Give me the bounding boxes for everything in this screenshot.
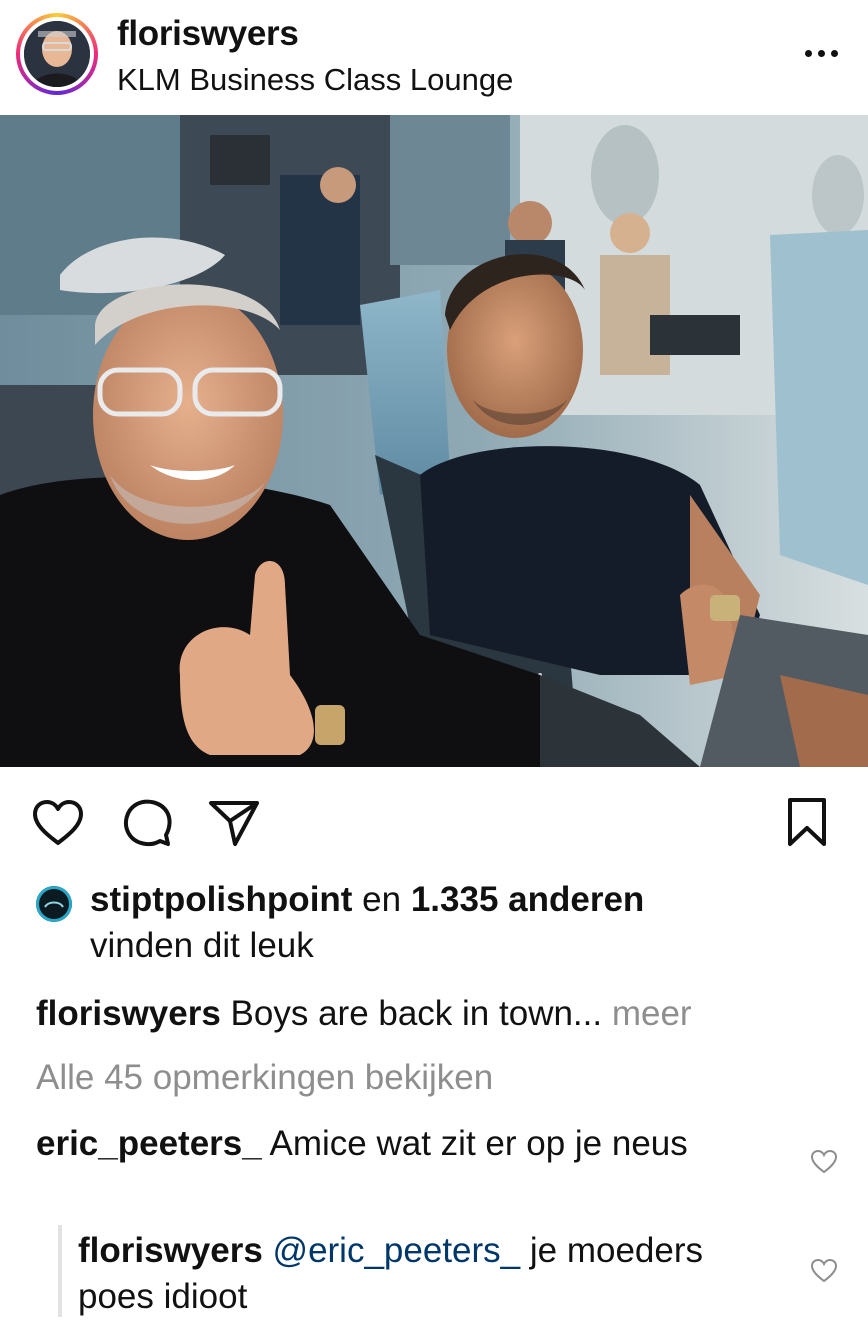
likes-connector: en bbox=[352, 880, 411, 919]
comment-like-heart-icon[interactable] bbox=[810, 1149, 838, 1174]
post-photo[interactable] bbox=[0, 115, 868, 767]
caption-text: Boys are back in town... bbox=[220, 994, 612, 1033]
view-all-comments-link[interactable]: Alle 45 opmerkingen bekijken bbox=[36, 1058, 493, 1098]
more-horizontal-icon[interactable] bbox=[803, 38, 839, 64]
post-caption: floriswyers Boys are back in town... mee… bbox=[36, 994, 692, 1034]
cabin-selfie-image bbox=[0, 115, 868, 767]
action-bar bbox=[0, 767, 868, 877]
comment-item: eric_peeters_ Amice wat zit er op je neu… bbox=[36, 1120, 776, 1167]
reply-thread-line bbox=[58, 1225, 62, 1317]
avatar-photo bbox=[24, 21, 90, 87]
heart-icon[interactable] bbox=[32, 800, 84, 846]
comment-username[interactable]: eric_peeters_ bbox=[36, 1124, 262, 1163]
liker-username[interactable]: stiptpolishpoint bbox=[90, 880, 352, 919]
likes-suffix: vinden dit leuk bbox=[90, 926, 314, 965]
post-location[interactable]: KLM Business Class Lounge bbox=[117, 62, 513, 98]
comment-text: Amice wat zit er op je neus bbox=[261, 1124, 688, 1163]
caption-username[interactable]: floriswyers bbox=[36, 994, 221, 1033]
likes-count[interactable]: 1.335 anderen bbox=[411, 880, 644, 919]
comment-icon[interactable] bbox=[122, 799, 172, 847]
reply-username[interactable]: floriswyers bbox=[78, 1231, 263, 1270]
reply-mention[interactable]: @eric_peeters_ bbox=[263, 1231, 521, 1270]
profile-avatar[interactable] bbox=[16, 13, 98, 95]
bookmark-icon[interactable] bbox=[786, 797, 828, 847]
liker-avatar[interactable] bbox=[36, 886, 72, 922]
share-icon[interactable] bbox=[208, 799, 260, 847]
reply-item: floriswyers @eric_peeters_ je moeders po… bbox=[78, 1228, 778, 1320]
post-username[interactable]: floriswyers bbox=[117, 14, 299, 54]
likes-line: stiptpolishpoint en 1.335 anderen bbox=[90, 880, 644, 920]
post-header: floriswyers KLM Business Class Lounge bbox=[0, 0, 868, 115]
caption-more-link[interactable]: meer bbox=[612, 994, 692, 1033]
reply-like-heart-icon[interactable] bbox=[810, 1258, 838, 1283]
